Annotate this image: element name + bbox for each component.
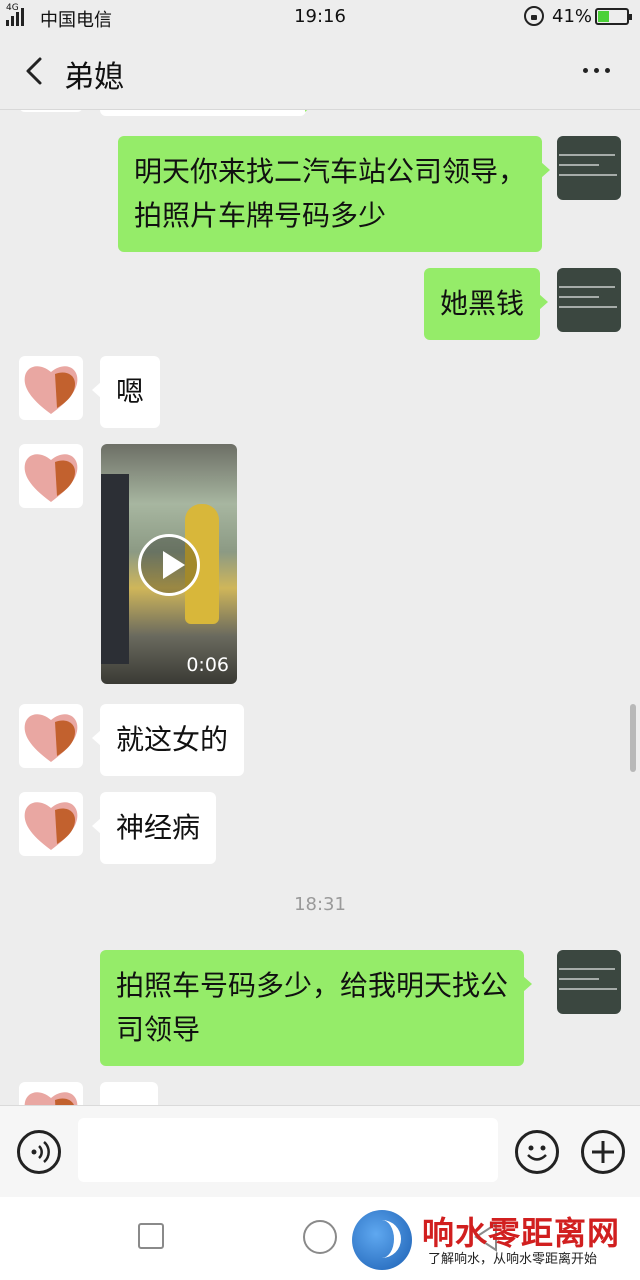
- message-bubble-incoming[interactable]: 神经病: [91, 792, 217, 864]
- watermark-subtitle: 了解响水，从响水零距离开始: [428, 1252, 598, 1267]
- home-icon[interactable]: [303, 1220, 337, 1254]
- emoji-icon[interactable]: [515, 1130, 559, 1174]
- scrollbar[interactable]: [630, 704, 636, 772]
- battery-fill: [598, 11, 610, 22]
- message-bubble-outgoing[interactable]: 她黑钱: [424, 268, 549, 340]
- video-message[interactable]: 0:06: [101, 444, 237, 684]
- message-text: 神经病: [116, 811, 201, 844]
- my-avatar[interactable]: [557, 268, 621, 332]
- message-bubble-incoming[interactable]: 嗯: [91, 356, 161, 428]
- contact-avatar[interactable]: [19, 1082, 83, 1105]
- watermark: 响水零距离网 了解响水，从响水零距离开始: [352, 1208, 640, 1274]
- message-bubble-outgoing[interactable]: 拍照车号码多少，给我明天找公 司领导: [100, 950, 533, 1066]
- contact-avatar[interactable]: [19, 444, 83, 508]
- contact-avatar[interactable]: [19, 792, 83, 856]
- status-bar: 4G 中国电信 19:16 41%: [0, 0, 640, 34]
- play-icon[interactable]: [138, 534, 200, 596]
- message-text-line: 明天你来找二汽车站公司领导，: [134, 155, 527, 188]
- message-text-line: 拍照片车牌号码多少: [134, 199, 387, 232]
- watermark-logo: [352, 1210, 412, 1270]
- message-text: 她黑钱: [440, 287, 525, 320]
- message-text: 就这女的: [116, 723, 229, 756]
- clock: 19:16: [294, 6, 346, 27]
- message-bubble-partial[interactable]: [100, 110, 314, 116]
- back-arrow-icon[interactable]: [20, 56, 50, 86]
- contact-avatar[interactable]: [19, 110, 83, 112]
- chat-title: 弟媳: [64, 60, 124, 95]
- more-options-icon[interactable]: [578, 58, 614, 82]
- input-bar: [0, 1105, 640, 1197]
- message-text-line: 司领导: [116, 1013, 201, 1046]
- battery-icon: [595, 8, 632, 25]
- add-more-icon[interactable]: [581, 1130, 625, 1174]
- my-avatar[interactable]: [557, 950, 621, 1014]
- message-text-line: 拍照车号码多少，给我明天找公: [116, 969, 509, 1002]
- message-bubble-partial[interactable]: [100, 1082, 158, 1105]
- my-avatar[interactable]: [557, 136, 621, 200]
- video-duration: 0:06: [186, 654, 229, 676]
- message-text: 嗯: [116, 375, 145, 408]
- message-list[interactable]: 明天你来找二汽车站公司领导， 拍照片车牌号码多少 她黑钱 嗯 0:06 就这女的: [0, 110, 640, 1105]
- voice-input-icon[interactable]: [17, 1130, 61, 1174]
- contact-avatar[interactable]: [19, 356, 83, 420]
- contact-avatar[interactable]: [19, 704, 83, 768]
- message-bubble-outgoing[interactable]: 明天你来找二汽车站公司领导， 拍照片车牌号码多少: [118, 136, 551, 252]
- message-bubble-incoming[interactable]: 就这女的: [91, 704, 245, 776]
- chat-header: 弟媳: [0, 34, 640, 110]
- message-timestamp: 18:31: [294, 894, 346, 915]
- rotation-lock-icon: [524, 6, 544, 26]
- video-thumbnail-figure: [101, 474, 129, 664]
- battery-percent: 41%: [552, 6, 593, 27]
- recent-apps-icon[interactable]: [138, 1223, 164, 1249]
- message-input[interactable]: [78, 1118, 498, 1182]
